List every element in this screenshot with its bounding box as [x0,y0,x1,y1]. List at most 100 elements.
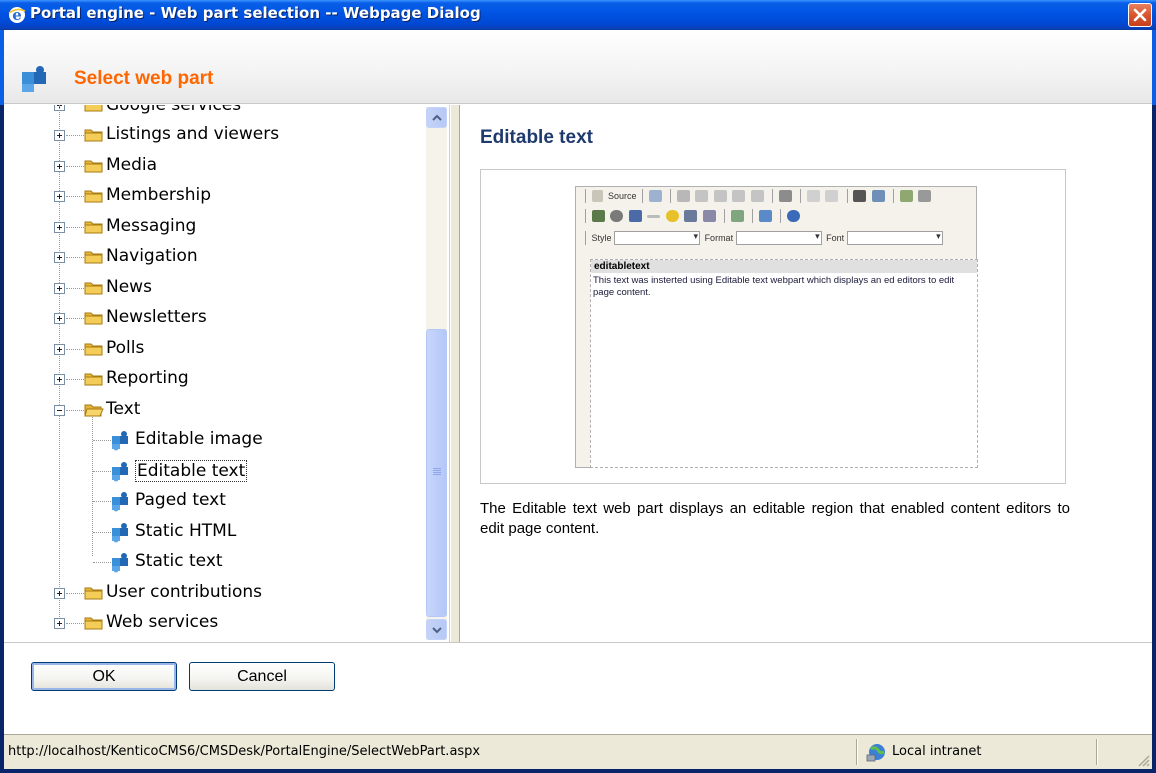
tree-item-navigation[interactable]: Navigation [4,239,424,269]
expand-toggle[interactable] [54,191,65,202]
folder-icon [84,587,103,599]
tree-item-listings-and-viewers[interactable]: Listings and viewers [4,117,424,147]
expand-toggle[interactable] [54,160,65,172]
dialog-header: Select web part [0,30,1156,105]
resize-grip-icon[interactable] [1136,753,1150,767]
web-part-icon [112,522,128,542]
tree-item-membership[interactable]: Membership [4,178,424,208]
expand-toggle[interactable] [54,618,65,629]
web-part-tree: Google services Listings and viewers Media… [4,105,424,642]
tree-item-label: Static HTML [135,520,237,541]
pane-splitter[interactable] [450,105,460,642]
page-title: Select web part [74,68,214,89]
dialog-content: Google services Listings and viewers Media… [4,105,1152,642]
editor-toolbar-row-3: Style Format Font [582,231,943,251]
source-label: Source [608,191,637,201]
web-part-detail-pane: Editable text Source Style ▾ Format ▾ Fo… [460,105,1152,642]
font-label: Font [826,233,845,243]
expand-toggle[interactable] [54,343,65,355]
web-part-description: The Editable text web part displays an e… [480,500,1070,537]
folder-icon [84,617,103,630]
expand-toggle[interactable] [54,282,65,294]
tree-item-user-contributions[interactable]: User contributions [4,575,424,605]
web-part-title: Editable text [480,127,593,148]
tree-item-label: User contributions [106,581,263,602]
tree-item-static-html[interactable]: Static HTML [4,514,424,544]
tree-item-static-text[interactable]: Static text [4,544,424,574]
puzzle-piece-icon [22,66,46,92]
editor-toolbar-row-2 [582,209,803,229]
editor-preview-image: Source Style ▾ Format ▾ Font ▾ editablet… [575,186,978,468]
tree-item-newsletters[interactable]: Newsletters [4,300,424,330]
scroll-thumb[interactable] [426,329,447,617]
scroll-down-button[interactable] [426,619,447,640]
expand-toggle[interactable] [54,313,65,324]
folder-icon [84,105,103,112]
expand-toggle[interactable] [54,252,65,263]
tree-item-web-services[interactable]: Web services [4,605,424,635]
tree-item-label: Navigation [106,246,198,266]
tree-scrollbar[interactable] [426,107,447,640]
tree-item-editable-text[interactable]: Editable text [4,453,424,483]
editable-region-text: This text was insterted using Editable t… [593,275,955,298]
tree-item-label: Media [106,154,158,175]
expand-toggle[interactable] [54,587,65,599]
tree-item-editable-image[interactable]: Editable image [4,422,424,452]
tree-item-label: Newsletters [106,307,207,327]
expand-toggle[interactable] [54,374,65,385]
folder-icon [84,190,103,203]
chevron-down-icon [432,627,442,634]
web-part-icon [112,492,128,512]
collapse-toggle[interactable] [54,404,65,416]
folder-icon [84,343,103,355]
intranet-zone-icon [866,744,885,762]
tree-item-label: Web services [106,612,219,632]
web-part-icon [112,431,128,451]
folder-icon [84,282,103,294]
close-button[interactable] [1128,3,1152,27]
tree-item-news[interactable]: News [4,270,424,300]
tree-item-reporting[interactable]: Reporting [4,361,424,391]
tree-item-media[interactable]: Media [4,148,424,178]
tree-item-messaging[interactable]: Messaging [4,209,424,239]
tree-item-label: Membership [106,185,212,205]
dialog-footer: OK Cancel [4,642,1152,734]
close-icon [1133,8,1147,22]
editable-region: editabletext This text was insterted usi… [590,259,978,468]
folder-icon [84,251,103,264]
title-bar[interactable]: e Portal engine - Web part selection -- … [0,0,1156,30]
tree-item-label: Editable image [135,429,263,449]
status-url: http://localhost/KenticoCMS6/CMSDesk/Por… [8,744,481,759]
chevron-up-icon [432,114,442,121]
tree-item-label: Google services [106,105,242,115]
cancel-button[interactable]: Cancel [189,662,335,691]
expand-toggle[interactable] [54,130,65,141]
status-bar: http://localhost/KenticoCMS6/CMSDesk/Por… [4,734,1152,769]
tree-item-label-selected: Editable text [135,459,248,482]
format-label: Format [704,233,734,243]
web-part-tree-pane[interactable]: Google services Listings and viewers Media… [4,105,450,642]
tree-item-label: Messaging [106,215,197,236]
folder-icon [84,221,103,233]
editable-region-name: editabletext [591,260,977,273]
tree-item-label: News [106,276,152,297]
folder-icon [84,129,103,142]
format-combo [735,231,822,245]
tree-item-text[interactable]: Text [4,392,424,422]
tree-item-polls[interactable]: Polls [4,331,424,361]
expand-toggle[interactable] [54,221,65,233]
style-combo [614,231,701,245]
editor-toolbar-row-1: Source [582,189,934,209]
tree-item-label: Listings and viewers [106,124,280,144]
folder-open-icon [84,404,104,416]
folder-icon [84,312,103,325]
folder-icon [84,160,103,172]
style-label: Style [591,233,612,243]
internet-explorer-icon: e [8,6,26,24]
window-title: Portal engine - Web part selection -- We… [30,4,481,22]
web-part-icon [112,461,128,481]
web-part-preview: Source Style ▾ Format ▾ Font ▾ editablet… [480,169,1066,484]
ok-button[interactable]: OK [31,662,177,691]
tree-item-paged-text[interactable]: Paged text [4,483,424,513]
scroll-up-button[interactable] [426,107,447,128]
